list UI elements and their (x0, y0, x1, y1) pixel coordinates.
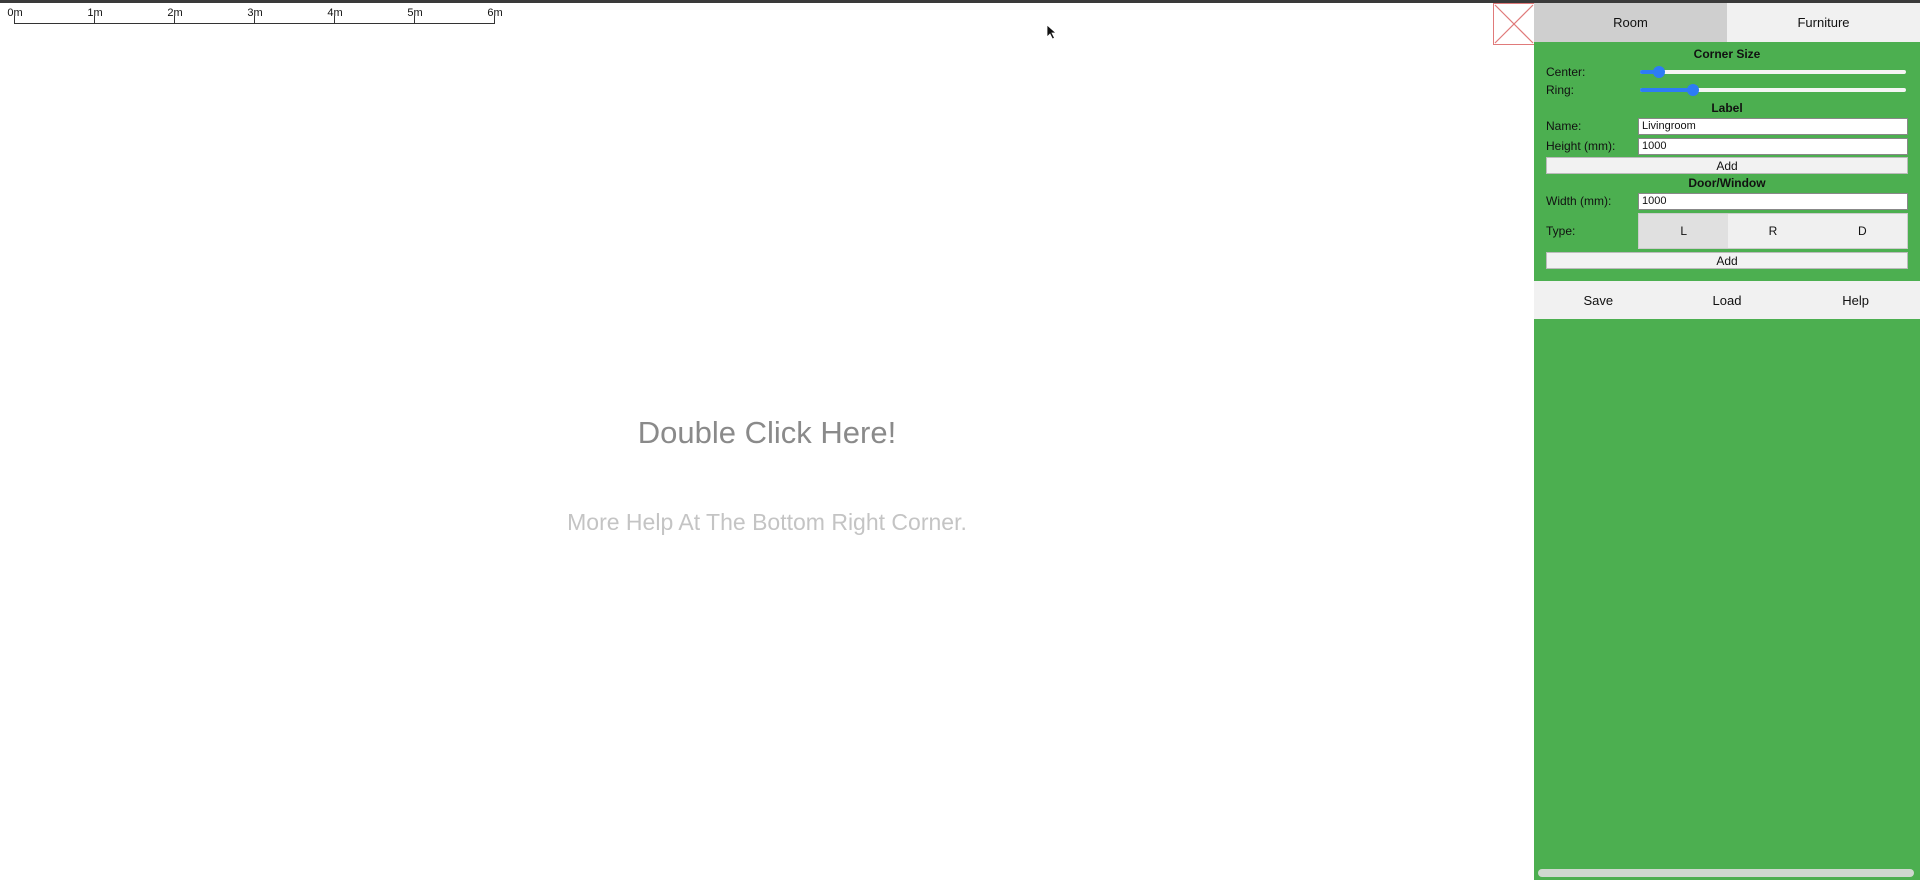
type-label: Type: (1546, 224, 1576, 238)
width-row: Width (mm): (1546, 192, 1908, 210)
slider-track (1640, 70, 1906, 74)
ruler-label: 1m (87, 7, 103, 19)
door-window-title: Door/Window (1688, 176, 1766, 190)
floorplan-canvas[interactable]: 0m 1m 2m 3m 4m 5m 6m Double Click Here! … (0, 3, 1534, 880)
center-slider[interactable] (1638, 65, 1908, 79)
horizontal-scrollbar[interactable] (1538, 869, 1914, 877)
save-button[interactable]: Save (1534, 281, 1663, 319)
ruler-label: 3m (247, 7, 263, 19)
height-row: Height (mm): (1546, 137, 1908, 155)
ruler-label: 4m (327, 7, 343, 19)
slider-thumb[interactable] (1652, 66, 1665, 78)
ring-slider[interactable] (1638, 83, 1908, 97)
ruler-label: 5m (407, 7, 423, 19)
panel-tabs: Room Furniture (1534, 3, 1920, 42)
ruler-label: 6m (487, 7, 503, 19)
type-row: Type: L R D (1546, 212, 1908, 250)
type-option-d[interactable]: D (1818, 214, 1907, 248)
slider-fill (1640, 88, 1694, 92)
double-click-hint: Double Click Here! (637, 415, 897, 450)
mouse-cursor-icon (1046, 24, 1058, 40)
tab-room[interactable]: Room (1534, 3, 1727, 42)
ruler-label: 2m (167, 7, 183, 19)
name-row: Name: (1546, 117, 1908, 135)
center-row: Center: (1546, 63, 1908, 81)
toggle-panel-button[interactable] (1493, 3, 1535, 45)
width-label: Width (mm): (1546, 194, 1612, 208)
load-button[interactable]: Load (1663, 281, 1792, 319)
width-input[interactable] (1638, 192, 1908, 210)
close-x-icon (1494, 4, 1534, 44)
ring-label: Ring: (1546, 83, 1575, 97)
height-label: Height (mm): (1546, 139, 1616, 153)
help-button[interactable]: Help (1791, 281, 1920, 319)
help-location-hint: More Help At The Bottom Right Corner. (567, 509, 967, 535)
name-input[interactable] (1638, 117, 1908, 135)
type-option-r[interactable]: R (1728, 214, 1817, 248)
height-input[interactable] (1638, 137, 1908, 155)
ring-row: Ring: (1546, 81, 1908, 99)
scale-ruler: 0m 1m 2m 3m 4m 5m 6m (7, 7, 504, 33)
corner-size-title: Corner Size (1693, 47, 1761, 61)
label-section-title: Label (1711, 101, 1743, 115)
room-settings: Corner Size Center: Ring: Label Name: He… (1534, 42, 1920, 269)
add-door-window-button[interactable]: Add (1546, 252, 1908, 269)
door-type-selector: L R D (1638, 213, 1908, 249)
tab-furniture[interactable]: Furniture (1727, 3, 1920, 42)
file-actions-bar: Save Load Help (1534, 281, 1920, 319)
ruler-label: 0m (7, 7, 23, 19)
type-option-l[interactable]: L (1639, 214, 1729, 248)
add-label-button[interactable]: Add (1546, 157, 1908, 174)
slider-thumb[interactable] (1687, 84, 1700, 96)
center-label: Center: (1546, 65, 1586, 79)
side-panel: Room Furniture Corner Size Center: Ring:… (1534, 3, 1920, 880)
name-label: Name: (1546, 119, 1582, 133)
